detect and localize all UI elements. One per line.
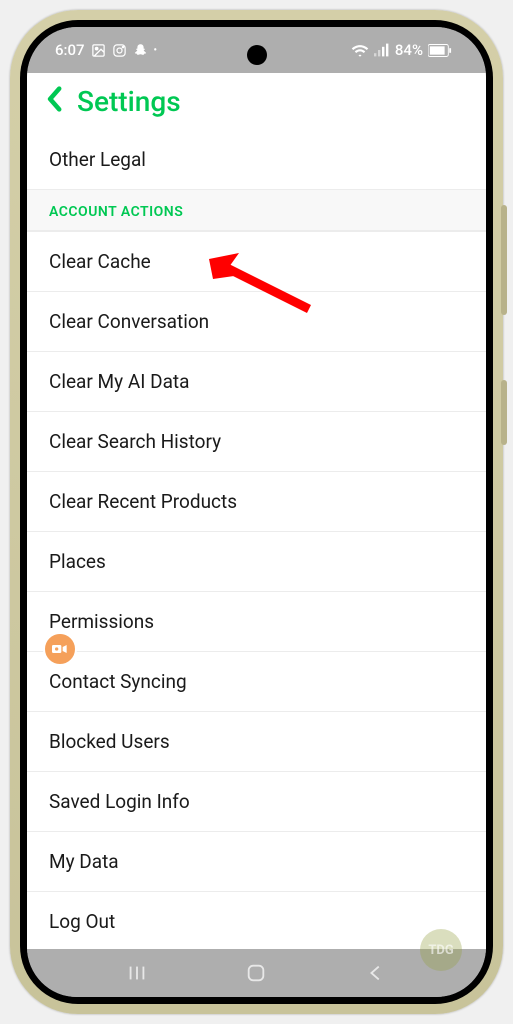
- row-label: Contact Syncing: [49, 670, 187, 693]
- row-places[interactable]: Places: [27, 531, 486, 591]
- row-label: Clear Conversation: [49, 310, 209, 333]
- section-account-actions: ACCOUNT ACTIONS: [27, 189, 486, 231]
- battery-icon: [428, 44, 452, 57]
- row-label: Clear Search History: [49, 430, 221, 453]
- phone-bezel: 6:07 •: [20, 20, 493, 1004]
- row-label: Other Legal: [49, 148, 146, 171]
- wifi-icon: [351, 43, 369, 57]
- status-left: 6:07 •: [55, 41, 157, 59]
- settings-list[interactable]: Other Legal ACCOUNT ACTIONS Clear Cache …: [27, 130, 486, 949]
- snapchat-icon: [133, 43, 148, 58]
- screen-record-bubble[interactable]: [43, 632, 77, 666]
- row-saved-login-info[interactable]: Saved Login Info: [27, 771, 486, 831]
- watermark-badge: TDG: [420, 929, 462, 971]
- row-label: Blocked Users: [49, 730, 170, 753]
- screen: 6:07 •: [27, 27, 486, 997]
- row-label: Permissions: [49, 610, 154, 633]
- row-label: Log Out: [49, 910, 115, 933]
- gallery-icon: [91, 43, 106, 58]
- camera-hole: [247, 45, 267, 65]
- row-label: Clear Recent Products: [49, 490, 237, 513]
- recents-button[interactable]: [126, 962, 148, 984]
- settings-header: Settings: [27, 73, 486, 130]
- row-label: My Data: [49, 850, 119, 873]
- row-contact-syncing[interactable]: Contact Syncing: [27, 651, 486, 711]
- battery-percent: 84%: [395, 41, 423, 59]
- row-label: Saved Login Info: [49, 790, 190, 813]
- row-label: Clear Cache: [49, 250, 151, 273]
- row-label: Clear My AI Data: [49, 370, 189, 393]
- dot-icon: •: [154, 45, 158, 56]
- status-right: 84%: [351, 41, 452, 59]
- row-blocked-users[interactable]: Blocked Users: [27, 711, 486, 771]
- android-nav-bar: [27, 949, 486, 997]
- volume-button: [501, 205, 507, 315]
- watermark-text: TDG: [428, 943, 453, 958]
- signal-icon: [374, 43, 390, 57]
- row-clear-my-ai-data[interactable]: Clear My AI Data: [27, 351, 486, 411]
- app-content: Settings Other Legal ACCOUNT ACTIONS Cle…: [27, 73, 486, 949]
- phone-frame: 6:07 •: [10, 10, 503, 1014]
- row-permissions[interactable]: Permissions: [27, 591, 486, 651]
- home-button[interactable]: [245, 962, 267, 984]
- row-clear-conversation[interactable]: Clear Conversation: [27, 291, 486, 351]
- row-clear-cache[interactable]: Clear Cache: [27, 231, 486, 291]
- status-time: 6:07: [55, 41, 85, 59]
- row-my-data[interactable]: My Data: [27, 831, 486, 891]
- row-clear-recent-products[interactable]: Clear Recent Products: [27, 471, 486, 531]
- back-button[interactable]: [41, 86, 67, 118]
- page-title: Settings: [77, 85, 181, 118]
- row-log-out[interactable]: Log Out: [27, 891, 486, 949]
- power-button: [501, 380, 507, 445]
- row-clear-search-history[interactable]: Clear Search History: [27, 411, 486, 471]
- row-other-legal[interactable]: Other Legal: [27, 130, 486, 189]
- back-nav-button[interactable]: [365, 962, 387, 984]
- row-label: Places: [49, 550, 106, 573]
- instagram-icon: [112, 43, 127, 58]
